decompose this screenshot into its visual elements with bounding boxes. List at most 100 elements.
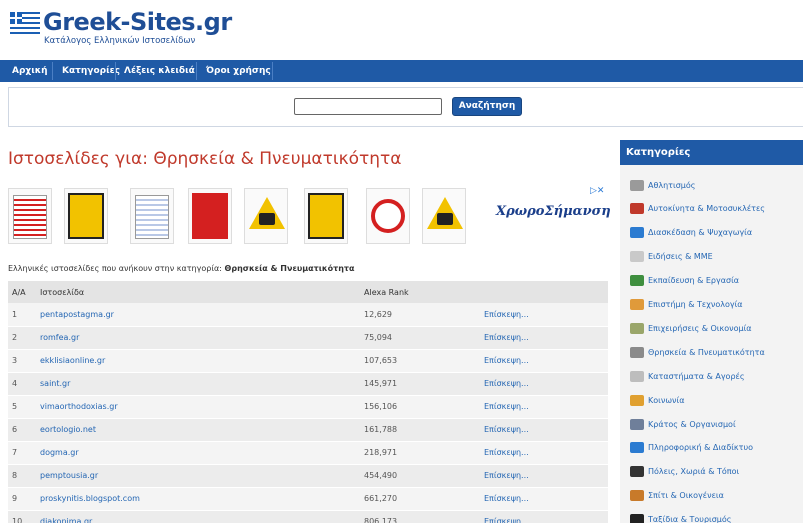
sidebar-item-label: Ειδήσεις & ΜΜΕ <box>648 252 713 262</box>
row-visit: Επίσκεψη... <box>480 441 608 465</box>
newspaper-icon <box>630 251 644 263</box>
sidebar-item-label: Εκπαίδευση & Εργασία <box>648 276 740 286</box>
row-rank: 454,490 <box>360 464 480 488</box>
row-rank: 661,270 <box>360 487 480 511</box>
sidebar-item[interactable]: Αυτοκίνητα & Μοτοσυκλέτες <box>630 199 765 219</box>
business-icon <box>630 322 644 334</box>
site-link[interactable]: saint.gr <box>40 379 70 388</box>
ad-sign-camera-icon[interactable] <box>304 188 348 244</box>
sidebar-item[interactable]: Κράτος & Οργανισμοί <box>630 414 736 434</box>
row-site: saint.gr <box>36 372 360 396</box>
site-link[interactable]: proskynitis.blogspot.com <box>40 494 140 503</box>
visit-link[interactable]: Επίσκεψη... <box>484 402 529 411</box>
row-visit: Επίσκεψη... <box>480 349 608 373</box>
sidebar-item-label: Θρησκεία & Πνευματικότητα <box>648 347 765 357</box>
city-icon <box>630 466 644 478</box>
row-index: 6 <box>8 418 36 442</box>
row-rank: 75,094 <box>360 326 480 350</box>
row-site: pemptousia.gr <box>36 464 360 488</box>
site-link[interactable]: pemptousia.gr <box>40 471 98 480</box>
sidebar-item-label: Κοινωνία <box>648 395 685 405</box>
row-rank: 218,971 <box>360 441 480 465</box>
society-icon <box>630 394 644 406</box>
sidebar-item-label: Κράτος & Οργανισμοί <box>648 419 736 429</box>
row-site: proskynitis.blogspot.com <box>36 487 360 511</box>
visit-link[interactable]: Επίσκεψη... <box>484 310 529 319</box>
site-link[interactable]: romfea.gr <box>40 333 79 342</box>
sidebar-item[interactable]: Ειδήσεις & ΜΜΕ <box>630 247 713 267</box>
travel-icon <box>630 514 644 523</box>
ad-sign-no-entry-icon[interactable] <box>366 188 410 244</box>
ad-sign-list-icon[interactable] <box>130 188 174 244</box>
row-visit: Επίσκεψη... <box>480 510 608 523</box>
row-site: eortologio.net <box>36 418 360 442</box>
ad-brand-a: Χρωρο <box>496 204 545 219</box>
visit-link[interactable]: Επίσκεψη... <box>484 494 529 503</box>
nav-keywords[interactable]: Λέξεις κλειδιά <box>124 60 195 82</box>
table-row: 10 diakonima.gr 806,173 Επίσκεψη... <box>8 510 608 523</box>
category-intro: Ελληνικές ιστοσελίδες που ανήκουν στην κ… <box>8 264 354 273</box>
ad-banner[interactable]: ΧρωροΣήμανση ▷✕ <box>8 186 611 246</box>
sidebar-item[interactable]: Κοινωνία <box>630 390 684 410</box>
sidebar-item[interactable]: Ταξίδια & Τουρισμός <box>630 510 731 523</box>
table-row: 7 dogma.gr 218,971 Επίσκεψη... <box>8 441 608 465</box>
visit-link[interactable]: Επίσκεψη... <box>484 333 529 342</box>
visit-link[interactable]: Επίσκεψη... <box>484 356 529 365</box>
ad-sign-biohazard-icon[interactable] <box>244 188 288 244</box>
sidebar-item[interactable]: Πληροφορική & Διαδίκτυο <box>630 438 753 458</box>
site-link[interactable]: vimaorthodoxias.gr <box>40 402 118 411</box>
ball-icon <box>630 179 644 191</box>
site-link[interactable]: dogma.gr <box>40 448 79 457</box>
site-link[interactable]: eortologio.net <box>40 425 96 434</box>
col-header-visit <box>480 281 608 303</box>
logo-title: Greek-Sites.gr <box>43 8 232 36</box>
logo-subtitle: Κατάλογος Ελληνικών Ιστοσελίδων <box>44 36 196 46</box>
ad-sign-caution-icon[interactable] <box>64 188 108 244</box>
sidebar-item[interactable]: Επιχειρήσεις & Οικονομία <box>630 318 752 338</box>
sidebar-item[interactable]: Σπίτι & Οικογένεια <box>630 486 724 506</box>
sidebar-item[interactable]: Επιστήμη & Τεχνολογία <box>630 295 743 315</box>
ad-sign-electric-icon[interactable] <box>422 188 466 244</box>
ad-brand-label[interactable]: ΧρωροΣήμανση <box>496 204 611 219</box>
row-site: diakonima.gr <box>36 510 360 523</box>
row-visit: Επίσκεψη... <box>480 303 608 327</box>
table-row: 1 pentapostagma.gr 12,629 Επίσκεψη... <box>8 303 608 327</box>
row-visit: Επίσκεψη... <box>480 418 608 442</box>
ad-sign-warning-icon[interactable] <box>8 188 52 244</box>
sidebar-item[interactable]: Εκπαίδευση & Εργασία <box>630 271 739 291</box>
sidebar-item-label: Αθλητισμός <box>648 180 696 190</box>
sidebar-item-label: Επιχειρήσεις & Οικονομία <box>648 323 752 333</box>
site-link[interactable]: pentapostagma.gr <box>40 310 114 319</box>
sidebar-item[interactable]: Πόλεις, Χωριά & Τόποι <box>630 462 739 482</box>
sidebar-item[interactable]: Διασκέδαση & Ψυχαγωγία <box>630 223 752 243</box>
nav-categories[interactable]: Κατηγορίες <box>62 60 120 82</box>
sidebar-item[interactable]: Θρησκεία & Πνευματικότητα <box>630 342 765 362</box>
row-index: 10 <box>8 510 36 523</box>
row-visit: Επίσκεψη... <box>480 395 608 419</box>
row-index: 5 <box>8 395 36 419</box>
science-icon <box>630 299 644 310</box>
sidebar-item[interactable]: Αθλητισμός <box>630 175 695 195</box>
ad-choices-icon[interactable]: ▷✕ <box>590 186 604 196</box>
row-visit: Επίσκεψη... <box>480 372 608 396</box>
col-header-rank: Alexa Rank <box>360 281 480 303</box>
nav-divider <box>115 62 116 80</box>
visit-link[interactable]: Επίσκεψη... <box>484 517 529 523</box>
page-title: Ιστοσελίδες για: Θρησκεία & Πνευματικότη… <box>8 149 402 169</box>
sidebar-item[interactable]: Καταστήματα & Αγορές <box>630 366 745 386</box>
site-link[interactable]: ekklisiaonline.gr <box>40 356 105 365</box>
row-site: pentapostagma.gr <box>36 303 360 327</box>
ad-sign-fire-icon[interactable] <box>188 188 232 244</box>
nav-home[interactable]: Αρχική <box>12 60 48 82</box>
sidebar-item-label: Αυτοκίνητα & Μοτοσυκλέτες <box>648 204 766 214</box>
search-button[interactable]: Αναζήτηση <box>452 97 522 116</box>
site-link[interactable]: diakonima.gr <box>40 517 92 523</box>
visit-link[interactable]: Επίσκεψη... <box>484 425 529 434</box>
search-input[interactable] <box>294 98 442 115</box>
visit-link[interactable]: Επίσκεψη... <box>484 379 529 388</box>
visit-link[interactable]: Επίσκεψη... <box>484 471 529 480</box>
table-row: 4 saint.gr 145,971 Επίσκεψη... <box>8 372 608 396</box>
row-rank: 145,971 <box>360 372 480 396</box>
nav-terms[interactable]: Όροι χρήσης <box>206 60 271 82</box>
visit-link[interactable]: Επίσκεψη... <box>484 448 529 457</box>
